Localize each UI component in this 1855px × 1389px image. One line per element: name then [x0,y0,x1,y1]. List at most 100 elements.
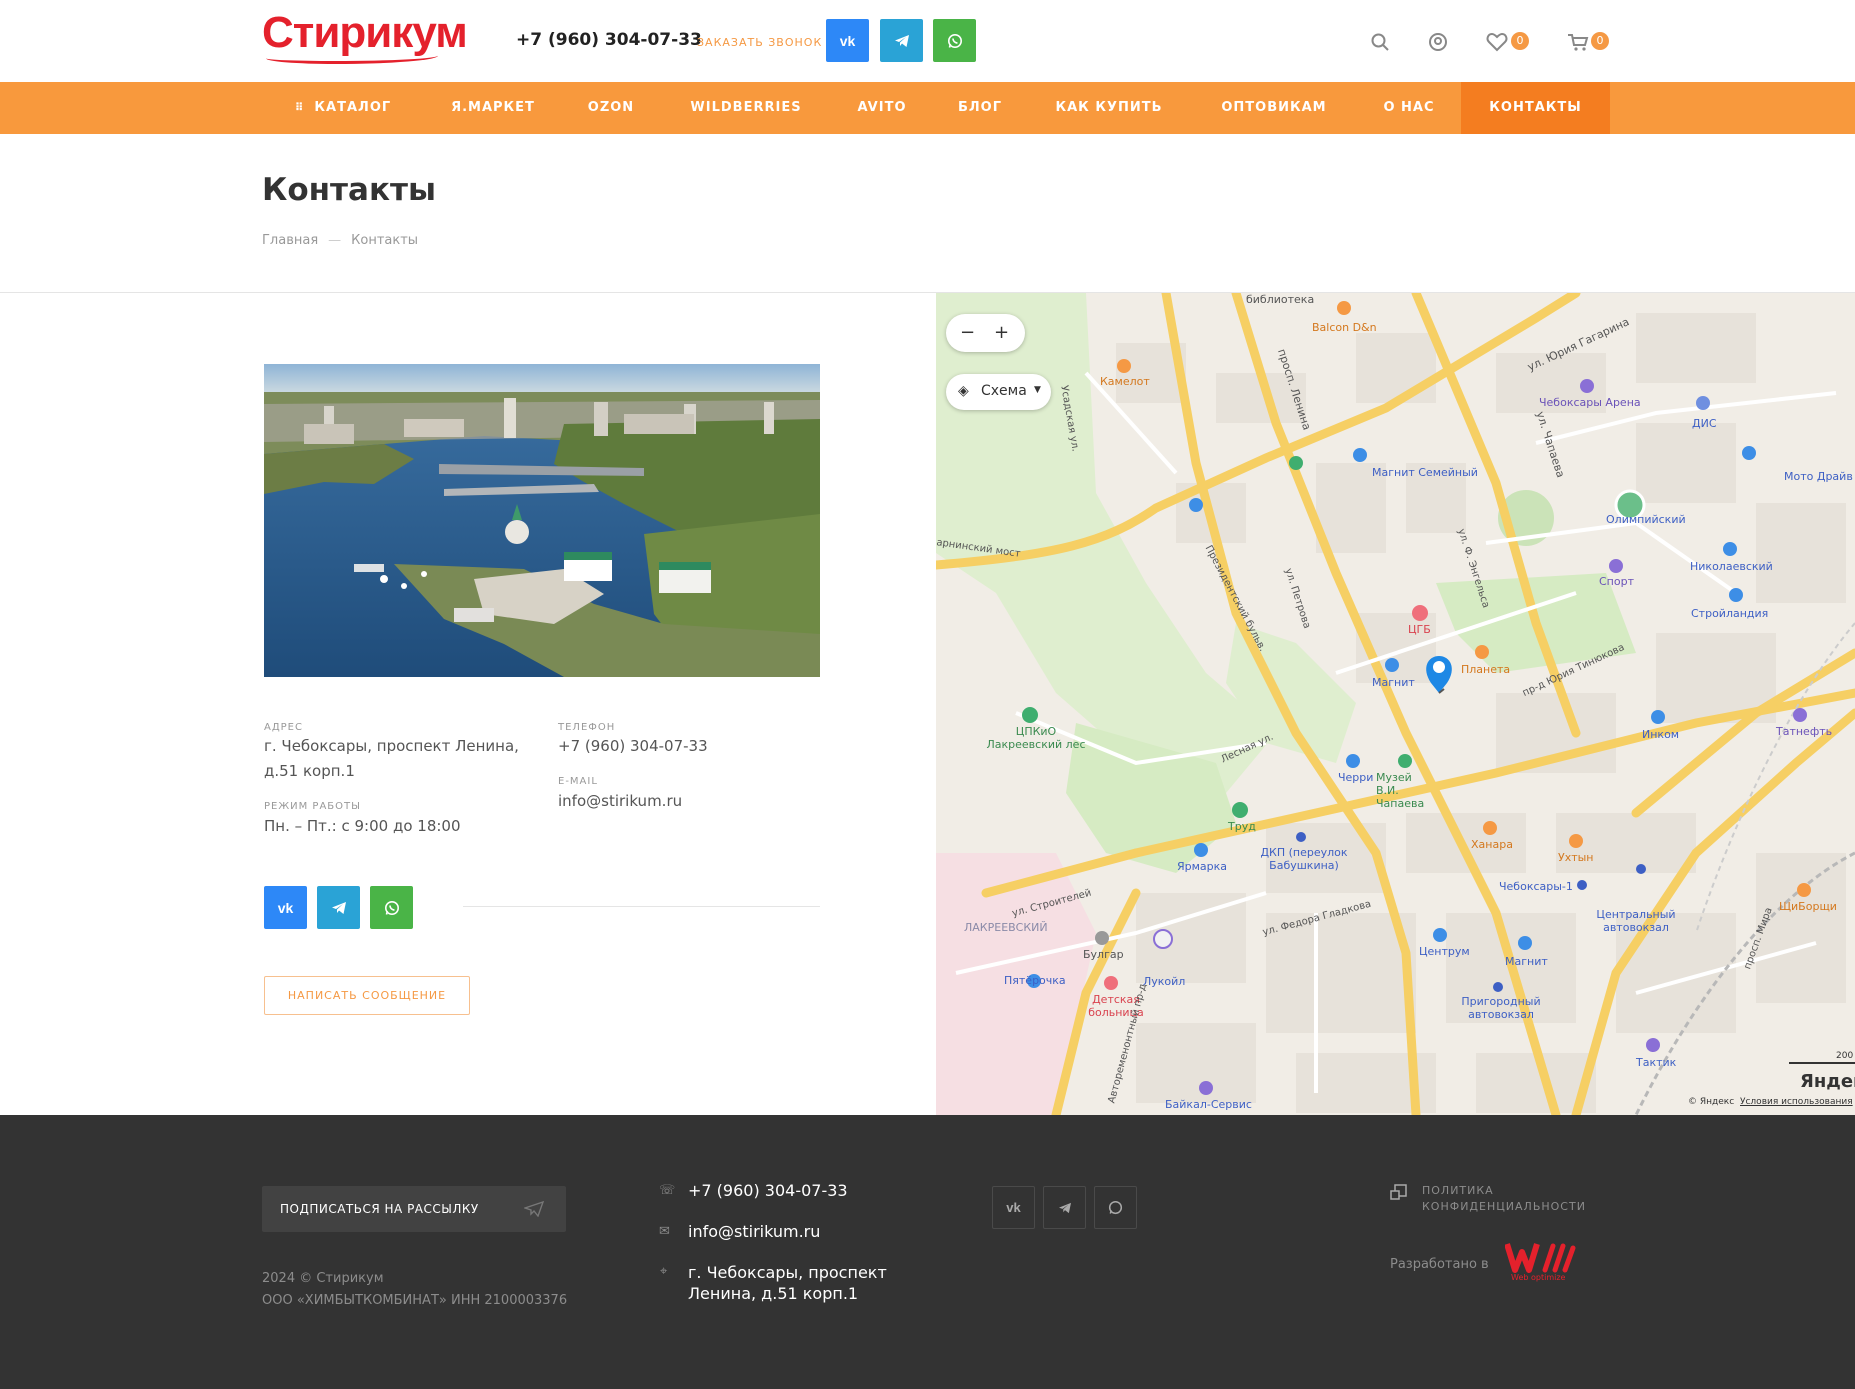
whatsapp-icon [947,33,962,48]
zoom-out-button[interactable]: − [960,322,975,343]
footer-address: г. Чебоксары, проспект Ленина, д.51 корп… [688,1263,887,1303]
contacts-telegram-button[interactable] [317,886,360,929]
main-nav: ⠿ КАТАЛОГ Я.МАРКЕТ OZON WILDBERRIES AVITO… [0,82,1855,134]
phone-value[interactable]: +7 (960) 304-07-33 [558,734,708,759]
map-label: Усадская ул. [1058,384,1081,453]
map-label: © Яндекс [1688,1097,1735,1107]
map-label: Президентский бульв. [1202,543,1268,654]
vk-icon: vk [1006,1200,1021,1215]
map-label: Инком [1642,728,1680,741]
yandex-map[interactable]: библиотека Balcon D&n Камелот ул. Юрия Г… [936,293,1855,1115]
cart-count-badge: 0 [1591,32,1609,50]
search-icon[interactable] [1369,32,1391,54]
cart-icon[interactable] [1567,32,1589,54]
write-message-button[interactable]: НАПИСАТЬ СООБЩЕНИЕ [264,976,470,1015]
footer-copyright: 2024 © Стирикум [262,1271,384,1286]
map-label: Чебоксары Арена [1539,396,1641,409]
map-label: ул. Федора Гладкова [1261,898,1373,939]
nav-yandex-market[interactable]: Я.МАРКЕТ [442,82,544,134]
footer-email[interactable]: info@stirikum.ru [688,1221,820,1242]
map-label: Ухтын [1558,851,1594,864]
privacy-policy-link[interactable]: ПОЛИТИКА КОНФИДЕНЦИАЛЬНОСТИ [1422,1183,1585,1215]
map-label: Магнит [1505,955,1548,968]
footer-phone[interactable]: +7 (960) 304-07-33 [688,1180,848,1201]
contacts-vk-button[interactable]: vk [264,886,307,929]
mail-icon: ✉ [659,1224,670,1239]
map-label: Черри [1338,771,1374,784]
header-vk-button[interactable]: vk [826,19,869,62]
map-label: просп. Мира [1742,906,1775,971]
map-label: Пригородный автовокзал [1461,995,1541,1021]
map-label: Лесная ул. [1219,731,1276,766]
map-label: Центральный автовокзал [1596,908,1676,934]
contacts-whatsapp-button[interactable] [370,886,413,929]
email-value[interactable]: info@stirikum.ru [558,789,682,814]
contacts-divider [463,906,820,907]
map-label: Яндекс [1800,1071,1855,1092]
footer-company: ООО «ХИМБЫТКОМБИНАТ» ИНН 2100003376 [262,1293,568,1308]
nav-ozon[interactable]: OZON [575,82,647,134]
map-label: Ярмарка [1177,860,1228,873]
site-logo[interactable]: Стирикум [262,8,468,68]
subscribe-button[interactable]: ПОДПИСАТЬСЯ НА РАССЫЛКУ [262,1186,566,1232]
webopt-logo[interactable]: Web optimize [1504,1240,1577,1286]
vk-icon: vk [839,32,856,49]
header-telegram-button[interactable] [880,19,923,62]
nav-avito[interactable]: AVITO [848,82,916,134]
map-label: просп. Ленина [1274,347,1314,432]
whatsapp-icon [1108,1200,1123,1215]
map-label: 200 [1836,1051,1854,1061]
map-label: Ханара [1471,838,1513,851]
address-value: г. Чебоксары, проспект Ленина, д.51 корп… [264,737,519,780]
map-label: Balcon D&n [1312,321,1377,334]
user-icon[interactable] [1427,32,1449,54]
nav-wholesale[interactable]: ОПТОВИКАМ [1214,82,1334,134]
hours-value: Пн. – Пт.: с 9:00 до 18:00 [264,817,461,835]
breadcrumb: Главная — Контакты [262,233,418,248]
nav-wildberries[interactable]: WILDBERRIES [684,82,808,134]
phone-icon: ☏ [659,1183,676,1198]
nav-how-to-buy[interactable]: КАК КУПИТЬ [1050,82,1168,134]
telegram-icon [1058,1202,1071,1213]
nav-blog[interactable]: БЛОГ [950,82,1010,134]
nav-contacts[interactable]: КОНТАКТЫ [1461,82,1610,134]
nav-about[interactable]: О НАС [1376,82,1442,134]
breadcrumb-current: Контакты [351,233,419,248]
zoom-in-button[interactable]: + [994,322,1009,343]
map-label: Магнит Семейный [1372,466,1478,479]
header-whatsapp-button[interactable] [933,19,976,62]
map-label: арнинский мост [936,537,1022,560]
map-layer-button[interactable]: ◈ Схема ▼ [946,374,1051,410]
map-label: Тактик [1636,1056,1677,1069]
telegram-icon [894,34,909,47]
map-label: ЛАКРЕЕВСКИЙ [964,921,1048,934]
map-label: Чебоксары-1 [1499,880,1573,893]
nav-catalog[interactable]: ⠿ КАТАЛОГ [288,82,398,134]
email-label: E-MAIL [558,776,598,787]
map-label: Стройландия [1691,607,1769,620]
favorites-icon[interactable] [1486,32,1508,54]
callback-link[interactable]: ЗАКАЗАТЬ ЗВОНОК [697,36,822,49]
map-label: Булгар [1083,948,1124,961]
map-label: Камелот [1100,375,1150,388]
map-label[interactable]: Условия использования [1740,1097,1853,1107]
grid-icon: ⠿ [294,101,305,114]
phone-label: ТЕЛЕФОН [558,722,616,733]
map-label: Магнит [1372,676,1415,689]
city-photo [264,364,820,677]
map-label: ЦГБ [1408,623,1431,636]
subscribe-label: ПОДПИСАТЬСЯ НА РАССЫЛКУ [280,1202,479,1216]
map-label: ул. Чапаева [1533,409,1568,480]
footer-telegram-button[interactable] [1043,1186,1086,1229]
map-label: ЩиБорщи [1779,900,1837,913]
page-title: Контакты [262,172,436,208]
breadcrumb-home[interactable]: Главная [262,233,318,248]
map-label: Мото Драйв [1784,470,1853,483]
header-phone[interactable]: +7 (960) 304-07-33 [516,30,702,50]
favorites-count-badge: 0 [1511,32,1529,50]
footer-whatsapp-button[interactable] [1094,1186,1137,1229]
map-label: ДКП (переулок Бабушкина) [1260,846,1348,872]
logo-swoosh [266,50,438,64]
footer-vk-button[interactable]: vk [992,1186,1035,1229]
map-label: Лукойл [1143,975,1186,988]
